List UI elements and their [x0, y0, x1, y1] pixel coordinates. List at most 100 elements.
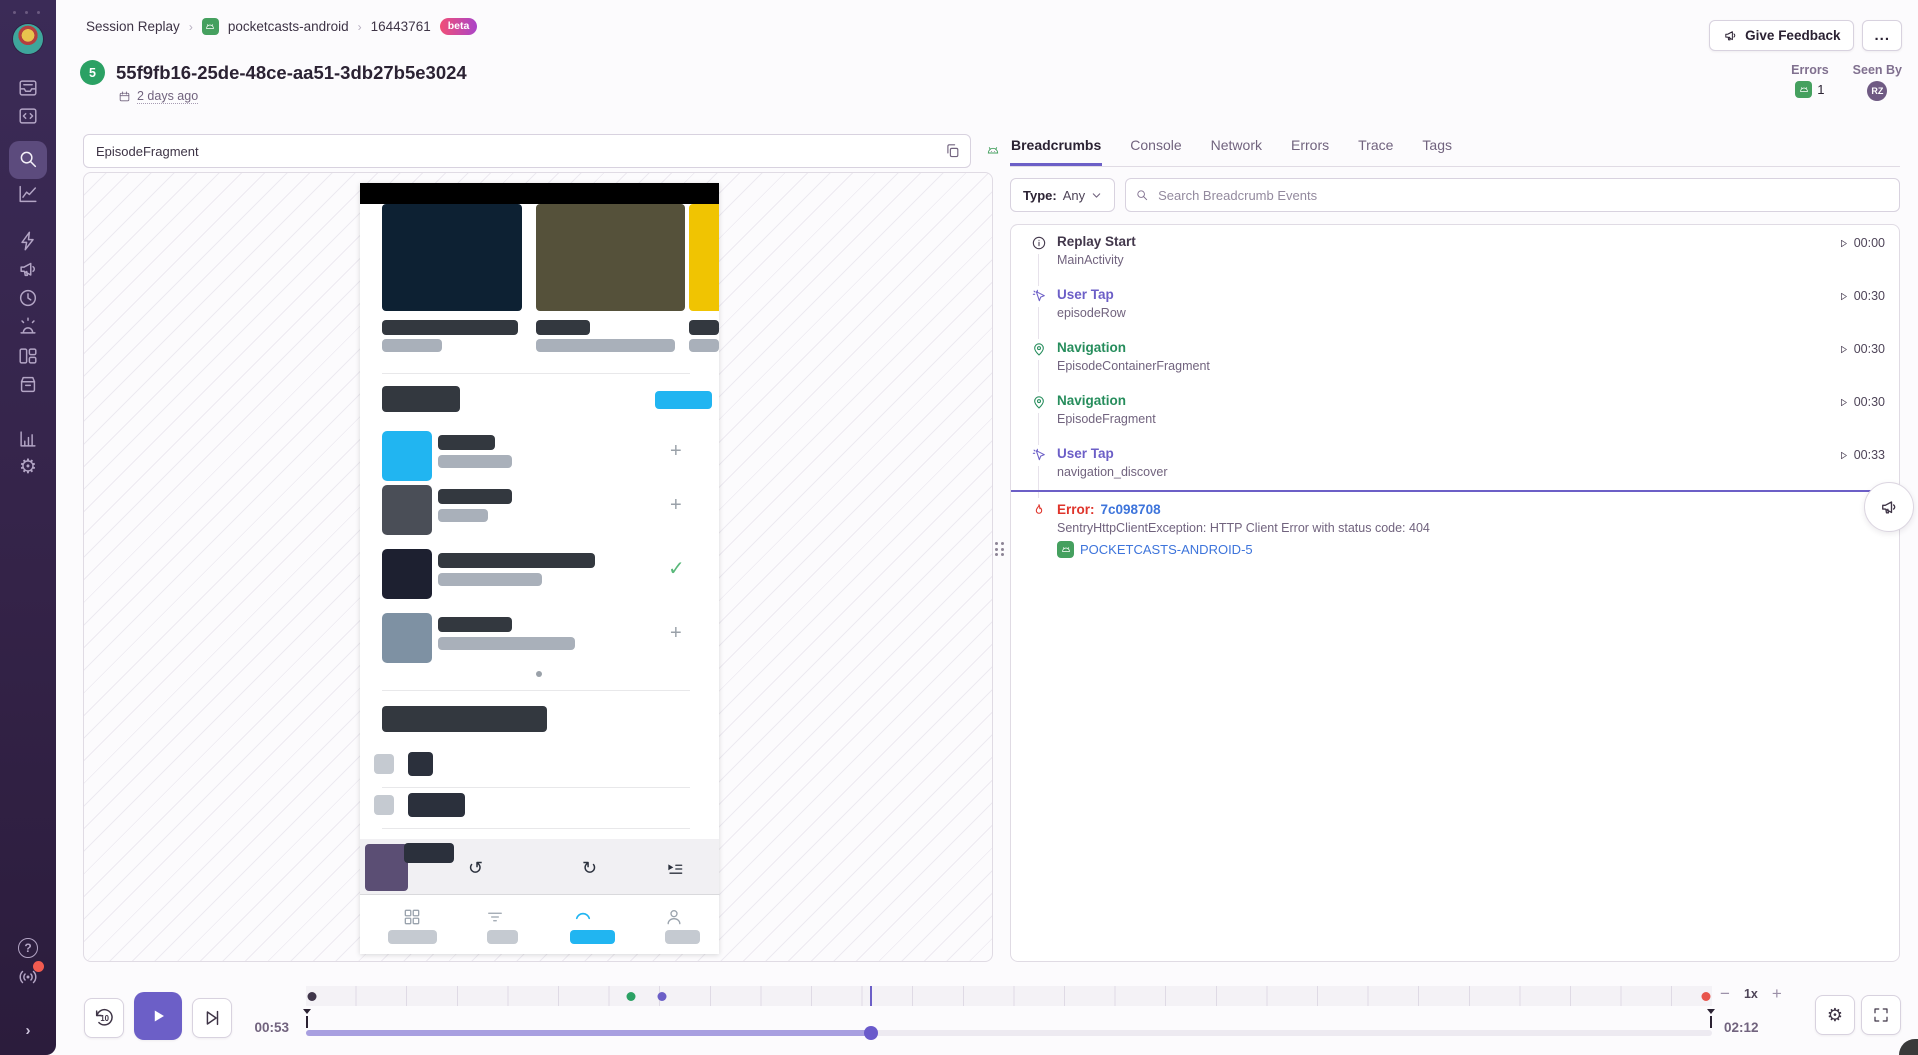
- skeleton-text: [438, 553, 595, 568]
- sidebar-feedback-icon[interactable]: [17, 258, 39, 280]
- sidebar-alerts-icon[interactable]: [17, 315, 39, 337]
- skeleton-text: [689, 339, 719, 352]
- event-row-replay-start[interactable]: Replay Start MainActivity 00:00: [1011, 225, 1899, 278]
- timeline-position-line: [870, 986, 872, 1006]
- tab-console[interactable]: Console: [1129, 130, 1182, 166]
- event-timestamp[interactable]: 00:30: [1838, 342, 1885, 356]
- project-issue-link[interactable]: POCKETCASTS-ANDROID-5: [1080, 542, 1253, 557]
- seen-by-label: Seen By: [1853, 63, 1902, 77]
- event-title[interactable]: User Tap: [1057, 446, 1838, 461]
- replay-viewer[interactable]: + + ✓ + ↺ ↻: [83, 172, 993, 962]
- event-row-navigation[interactable]: Navigation EpisodeContainerFragment 00:3…: [1011, 331, 1899, 384]
- search-icon: [1135, 188, 1149, 202]
- sidebar-help-icon[interactable]: ?: [17, 937, 39, 959]
- timeline-scrubber[interactable]: [306, 1030, 1712, 1036]
- breadcrumb-project[interactable]: pocketcasts-android: [228, 19, 349, 34]
- timeline-zoom-out-button[interactable]: −: [1720, 984, 1730, 1004]
- plus-icon: +: [670, 441, 682, 461]
- event-row-navigation[interactable]: Navigation EpisodeFragment 00:30: [1011, 384, 1899, 437]
- event-timestamp[interactable]: 00:00: [1838, 236, 1885, 250]
- panel-resize-handle[interactable]: [995, 542, 1006, 560]
- timeline-range-start-handle[interactable]: [306, 1016, 308, 1028]
- event-row-error[interactable]: Error: 7c098708 SentryHttpClientExceptio…: [1011, 490, 1899, 558]
- chevron-down-icon: [1091, 190, 1102, 201]
- event-title[interactable]: Replay Start: [1057, 234, 1838, 249]
- filter-tab-icon: [485, 907, 505, 927]
- replay-panel: + + ✓ + ↺ ↻: [83, 134, 993, 168]
- fullscreen-button[interactable]: [1861, 995, 1901, 1035]
- megaphone-icon: [1723, 28, 1738, 43]
- timeline-zoom-in-button[interactable]: +: [1772, 984, 1782, 1004]
- breadcrumb-replay-id[interactable]: 16443761: [371, 19, 431, 34]
- event-description: EpisodeContainerFragment: [1057, 359, 1838, 373]
- timeline-playhead[interactable]: [864, 1026, 878, 1040]
- timeline-marker-track[interactable]: [306, 986, 1712, 1006]
- session-start-marker[interactable]: [307, 992, 316, 1001]
- sidebar-issues-icon[interactable]: [17, 77, 39, 99]
- event-title[interactable]: Navigation: [1057, 393, 1838, 408]
- rewind-10-button[interactable]: [84, 998, 124, 1038]
- org-avatar[interactable]: [13, 24, 43, 54]
- errors-count[interactable]: 1: [1817, 82, 1824, 97]
- sidebar-explore-icon[interactable]: [17, 105, 39, 127]
- event-title[interactable]: User Tap: [1057, 287, 1838, 302]
- floating-feedback-button[interactable]: [1864, 482, 1914, 532]
- playback-speed[interactable]: 1x: [1744, 987, 1758, 1001]
- sidebar-settings-icon[interactable]: ⚙: [17, 456, 39, 478]
- player-settings-button[interactable]: ⚙: [1815, 995, 1855, 1035]
- give-feedback-button[interactable]: Give Feedback: [1709, 20, 1854, 51]
- tab-network[interactable]: Network: [1210, 130, 1263, 166]
- sidebar-search-icon[interactable]: [17, 148, 39, 170]
- location-pin-icon: [1031, 394, 1047, 410]
- error-id-link[interactable]: 7c098708: [1101, 502, 1161, 517]
- tab-breadcrumbs[interactable]: Breadcrumbs: [1010, 130, 1102, 166]
- cursor-tap-icon: [1031, 447, 1047, 463]
- errors-label: Errors: [1791, 63, 1829, 77]
- event-timestamp[interactable]: 00:30: [1838, 289, 1885, 303]
- window-controls[interactable]: [13, 11, 40, 14]
- event-title[interactable]: Navigation: [1057, 340, 1838, 355]
- skeleton-card: [382, 204, 522, 311]
- current-time: 00:53: [242, 1020, 289, 1035]
- play-button[interactable]: [134, 992, 182, 1040]
- breadcrumb-session-replay[interactable]: Session Replay: [86, 19, 180, 34]
- event-row-user-tap[interactable]: User Tap episodeRow 00:30: [1011, 278, 1899, 331]
- error-event-marker[interactable]: [1702, 992, 1711, 1001]
- sidebar-releases-icon[interactable]: [17, 373, 39, 395]
- sidebar-replays-icon[interactable]: [17, 287, 39, 309]
- sidebar-expand-icon[interactable]: ›: [17, 1019, 39, 1041]
- notification-dot: [33, 961, 44, 972]
- sidebar-projects-icon[interactable]: [17, 345, 39, 367]
- android-platform-icon: [985, 143, 1001, 159]
- calendar-icon: [118, 90, 131, 103]
- play-icon: [1838, 291, 1849, 302]
- tab-errors[interactable]: Errors: [1290, 130, 1330, 166]
- replay-timeline[interactable]: [306, 962, 1712, 1055]
- event-timestamp[interactable]: 00:33: [1838, 448, 1885, 462]
- breadcrumb-search-input[interactable]: [1125, 178, 1900, 212]
- plus-icon: +: [670, 495, 682, 515]
- info-icon: [1031, 235, 1047, 251]
- timeline-range-end-handle[interactable]: [1710, 1016, 1712, 1028]
- event-description: MainActivity: [1057, 253, 1838, 267]
- css-selector-input[interactable]: [83, 134, 971, 168]
- replay-time-ago[interactable]: 2 days ago: [137, 89, 198, 104]
- divider: [382, 828, 690, 829]
- tap-event-marker[interactable]: [657, 992, 666, 1001]
- sidebar-dashboards-icon[interactable]: [17, 183, 39, 205]
- event-timestamp[interactable]: 00:30: [1838, 395, 1885, 409]
- more-options-button[interactable]: ...: [1862, 20, 1902, 51]
- seen-by-avatar[interactable]: RZ: [1867, 81, 1887, 101]
- copy-icon[interactable]: [944, 142, 962, 160]
- type-filter-button[interactable]: Type: Any: [1010, 178, 1115, 212]
- skip-to-end-button[interactable]: [192, 998, 232, 1038]
- breadcrumbs-panel: Breadcrumbs Console Network Errors Trace…: [1010, 130, 1900, 167]
- tab-trace[interactable]: Trace: [1357, 130, 1394, 166]
- skeleton-text: [536, 339, 675, 352]
- replay-event-marker[interactable]: [626, 992, 635, 1001]
- sidebar-insights-icon[interactable]: [17, 230, 39, 252]
- sidebar-stats-icon[interactable]: [17, 428, 39, 450]
- tab-tags[interactable]: Tags: [1421, 130, 1453, 166]
- event-row-user-tap[interactable]: User Tap navigation_discover 00:33: [1011, 437, 1899, 490]
- podcasts-tab-icon: [402, 907, 422, 927]
